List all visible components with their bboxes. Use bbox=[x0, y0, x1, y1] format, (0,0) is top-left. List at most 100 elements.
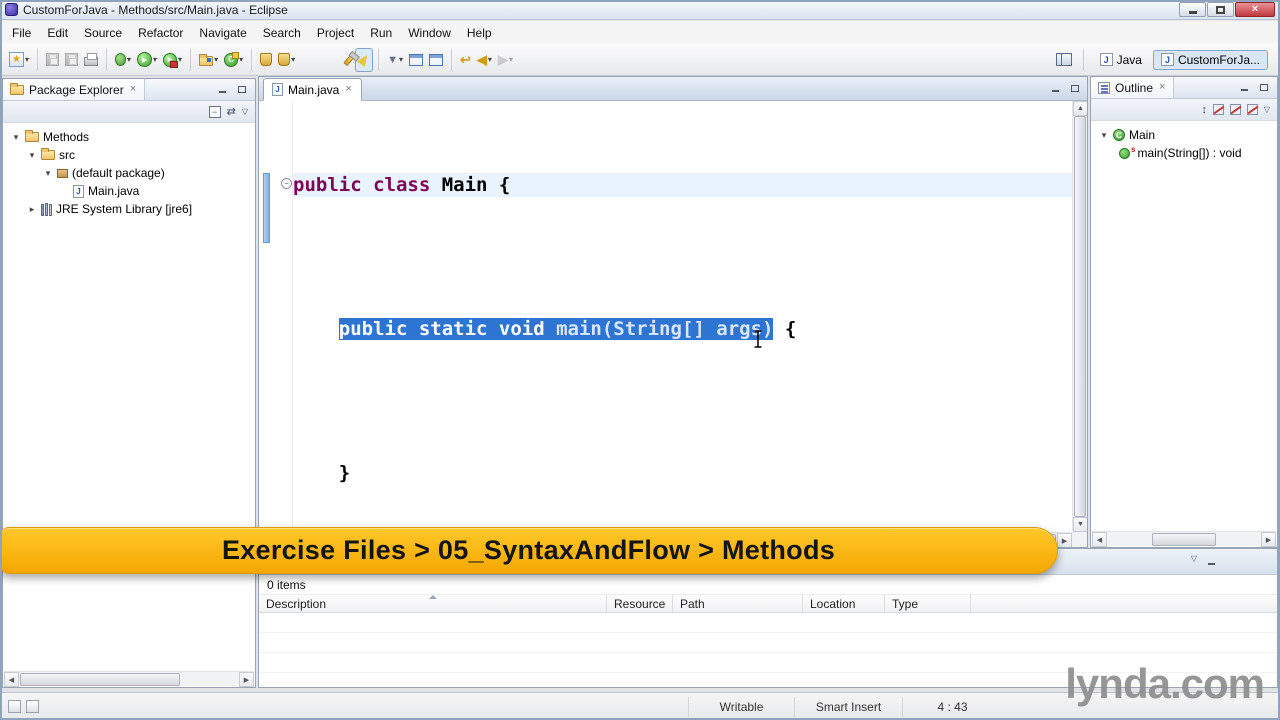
minimize-button[interactable] bbox=[1179, 2, 1206, 17]
run-button[interactable]: ▶ ▾ bbox=[134, 48, 160, 72]
minimize-editor-button[interactable] bbox=[1047, 81, 1063, 95]
twisty-expanded-icon[interactable]: ▾ bbox=[1099, 130, 1109, 141]
package-explorer-hscrollbar[interactable]: ◀ ▶ bbox=[4, 671, 254, 687]
twisty-expanded-icon[interactable]: ▾ bbox=[27, 150, 37, 161]
menu-item-source[interactable]: Source bbox=[76, 22, 130, 44]
outline-item-method[interactable]: s main(String[]) : void bbox=[1091, 144, 1277, 162]
menu-item-refactor[interactable]: Refactor bbox=[130, 22, 191, 44]
menu-item-project[interactable]: Project bbox=[309, 22, 362, 44]
view-menu-button[interactable]: ▽ bbox=[1191, 554, 1197, 568]
column-header-resource[interactable]: Resource bbox=[607, 595, 673, 612]
collapse-all-button[interactable]: − bbox=[208, 105, 221, 118]
perspective-java-button[interactable]: J Java bbox=[1092, 50, 1150, 70]
editor-text-area[interactable]: − public class Main { public static void… bbox=[259, 101, 1087, 547]
twisty-expanded-icon[interactable]: ▾ bbox=[11, 132, 21, 143]
hide-fields-button[interactable] bbox=[1212, 104, 1224, 115]
hide-static-members-button[interactable] bbox=[1229, 104, 1241, 115]
maximize-editor-button[interactable] bbox=[1067, 81, 1083, 95]
scroll-thumb[interactable] bbox=[1152, 533, 1216, 546]
twisty-collapsed-icon[interactable]: ▸ bbox=[27, 204, 37, 215]
open-perspective-button[interactable] bbox=[1053, 48, 1075, 72]
print-button[interactable] bbox=[81, 48, 101, 72]
back-button[interactable]: ◀ ▾ bbox=[474, 48, 495, 72]
outline-tab[interactable]: Outline × bbox=[1091, 77, 1175, 98]
twisty-expanded-icon[interactable]: ▾ bbox=[43, 168, 53, 179]
tree-item-jre-library[interactable]: ▸ JRE System Library [jre6] bbox=[3, 200, 255, 218]
package-explorer-tab[interactable]: Package Explorer × bbox=[3, 79, 146, 100]
minimize-view-button[interactable] bbox=[1236, 81, 1252, 95]
scroll-left-arrow[interactable]: ◀ bbox=[4, 672, 19, 687]
tasks-button[interactable] bbox=[426, 48, 446, 72]
menu-item-file[interactable]: File bbox=[4, 22, 39, 44]
close-view-icon[interactable]: × bbox=[1158, 82, 1166, 93]
close-view-icon[interactable]: × bbox=[129, 84, 137, 95]
fold-collapse-button[interactable]: − bbox=[281, 178, 292, 189]
column-header-type[interactable]: Type bbox=[885, 595, 971, 612]
dropdown-arrow-icon[interactable]: ▾ bbox=[25, 55, 29, 64]
tree-item-methods[interactable]: ▾ Methods bbox=[3, 128, 255, 146]
dropdown-arrow-icon[interactable]: ▾ bbox=[399, 55, 403, 64]
sort-button[interactable]: ↕ bbox=[1201, 104, 1207, 116]
dropdown-arrow-icon[interactable]: ▾ bbox=[127, 55, 131, 64]
tree-item-src[interactable]: ▾ src bbox=[3, 146, 255, 164]
status-icon[interactable] bbox=[8, 700, 21, 713]
search-button[interactable] bbox=[343, 48, 356, 72]
maximize-button[interactable] bbox=[1207, 2, 1234, 17]
menu-item-run[interactable]: Run bbox=[362, 22, 400, 44]
outline-hscrollbar[interactable]: ◀ ▶ bbox=[1092, 531, 1276, 547]
column-header-location[interactable]: Location bbox=[803, 595, 885, 612]
scroll-right-arrow[interactable]: ▶ bbox=[1261, 532, 1276, 547]
dropdown-arrow-icon[interactable]: ▾ bbox=[291, 55, 295, 64]
close-tab-icon[interactable]: × bbox=[344, 84, 352, 95]
menu-item-help[interactable]: Help bbox=[459, 22, 500, 44]
perspective-custom-button[interactable]: J CustomForJa... bbox=[1152, 49, 1268, 70]
editor-vscrollbar[interactable]: ▲ ▼ bbox=[1072, 101, 1087, 532]
new-wizard-button[interactable]: ★ ▾ bbox=[6, 48, 32, 72]
menu-item-search[interactable]: Search bbox=[255, 22, 309, 44]
next-annotation-button[interactable]: ▼ ▾ bbox=[384, 48, 406, 72]
view-menu-button[interactable]: ▽ bbox=[242, 107, 248, 116]
scroll-right-arrow[interactable]: ▶ bbox=[1057, 533, 1072, 547]
view-menu-button[interactable]: ▽ bbox=[1264, 105, 1270, 114]
maximize-view-button[interactable] bbox=[234, 83, 250, 97]
scroll-right-arrow[interactable]: ▶ bbox=[239, 672, 254, 687]
scroll-thumb[interactable] bbox=[1074, 116, 1086, 517]
tree-item-default-package[interactable]: ▾ (default package) bbox=[3, 164, 255, 182]
link-with-editor-button[interactable]: ⇄ bbox=[227, 105, 236, 118]
dropdown-arrow-icon[interactable]: ▾ bbox=[239, 55, 243, 64]
dropdown-arrow-icon[interactable]: ▾ bbox=[214, 55, 218, 64]
external-tools-button[interactable]: ▶ ▾ bbox=[160, 48, 185, 72]
close-button[interactable]: × bbox=[1235, 2, 1275, 17]
menu-item-edit[interactable]: Edit bbox=[39, 22, 76, 44]
editor-tab-main-java[interactable]: J Main.java × bbox=[263, 78, 362, 101]
dropdown-arrow-icon[interactable]: ▾ bbox=[178, 55, 182, 64]
minimize-view-button[interactable] bbox=[214, 83, 230, 97]
javadoc-wizard-button[interactable]: ▾ bbox=[275, 48, 298, 72]
menu-item-navigate[interactable]: Navigate bbox=[191, 22, 254, 44]
tree-item-main-java[interactable]: J Main.java bbox=[3, 182, 255, 200]
debug-button[interactable]: ▾ bbox=[112, 48, 134, 72]
column-header-path[interactable]: Path bbox=[673, 595, 803, 612]
scroll-left-arrow[interactable]: ◀ bbox=[1092, 532, 1107, 547]
new-java-project-button[interactable]: ▾ bbox=[196, 48, 221, 72]
minimize-view-button[interactable] bbox=[1203, 554, 1219, 568]
save-button[interactable] bbox=[43, 48, 62, 72]
save-all-button[interactable] bbox=[62, 48, 81, 72]
scroll-down-arrow[interactable]: ▼ bbox=[1073, 517, 1087, 532]
open-type-button[interactable] bbox=[257, 48, 275, 72]
column-header-description[interactable]: Description bbox=[259, 595, 607, 612]
maximize-view-button[interactable] bbox=[1256, 81, 1272, 95]
new-class-button[interactable]: C ▾ bbox=[221, 48, 246, 72]
hide-non-public-button[interactable] bbox=[1246, 104, 1258, 115]
outline-item-class[interactable]: ▾ C Main bbox=[1091, 126, 1277, 144]
mark-occurrences-button[interactable] bbox=[355, 47, 374, 72]
dropdown-arrow-icon[interactable]: ▾ bbox=[153, 55, 157, 64]
dropdown-arrow-icon[interactable]: ▾ bbox=[488, 55, 492, 64]
forward-button[interactable]: ▶ ▾ bbox=[495, 48, 516, 72]
console-button[interactable] bbox=[406, 48, 426, 72]
last-edit-location-button[interactable]: ↩ bbox=[457, 48, 474, 72]
dropdown-arrow-icon[interactable]: ▾ bbox=[509, 55, 513, 64]
scroll-up-arrow[interactable]: ▲ bbox=[1073, 101, 1087, 116]
status-icon[interactable] bbox=[26, 700, 39, 713]
menu-item-window[interactable]: Window bbox=[400, 22, 459, 44]
